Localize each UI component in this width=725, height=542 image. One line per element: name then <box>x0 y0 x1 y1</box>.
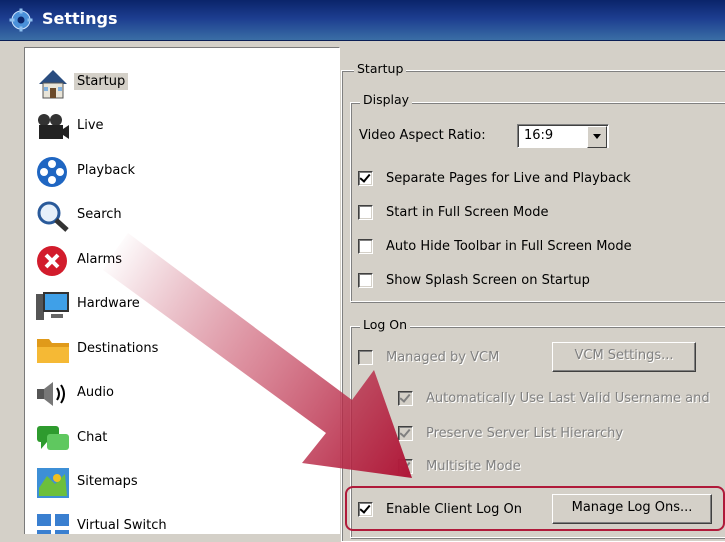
nav-item-label: Alarms <box>77 252 123 267</box>
separate-pages-label: Separate Pages for Live and Playback <box>386 171 631 186</box>
separate-pages-checkbox[interactable] <box>358 171 373 186</box>
multisite-mode-label: Multisite Mode <box>426 459 521 474</box>
splash-screen-label: Show Splash Screen on Startup <box>386 273 590 288</box>
nav-item-label: Virtual Switch <box>77 518 167 533</box>
managed-by-vcm-label: Managed by VCM <box>386 350 500 365</box>
nav-item-label: Live <box>77 118 104 133</box>
splash-screen-checkbox[interactable] <box>358 273 373 288</box>
nav-item-audio[interactable]: Audio <box>31 375 331 415</box>
full-screen-checkbox[interactable] <box>358 205 373 220</box>
chevron-down-icon[interactable] <box>587 126 607 148</box>
nav-item-chat[interactable]: Chat <box>31 420 331 460</box>
computer-icon <box>36 292 69 320</box>
video-aspect-ratio-value: 16:9 <box>524 128 554 143</box>
nav-item-destinations[interactable]: Destinations <box>31 331 331 371</box>
nav-item-label: Playback <box>77 163 136 178</box>
nav-item-virtual-switch[interactable]: Virtual Switch <box>31 508 331 534</box>
logon-group-label: Log On <box>360 317 411 332</box>
house-icon <box>39 70 67 99</box>
alarm-x-icon <box>37 246 67 276</box>
video-camera-icon <box>38 114 69 139</box>
nav-item-label: Destinations <box>77 341 159 356</box>
nav-item-playback[interactable]: Playback <box>31 153 331 193</box>
display-group-label: Display <box>360 92 413 107</box>
auto-use-last-username-checkbox[interactable] <box>398 391 413 406</box>
nav-item-label: Sitemaps <box>77 474 138 489</box>
preserve-server-list-label: Preserve Server List Hierarchy <box>426 426 624 441</box>
settings-gear-icon <box>9 8 33 32</box>
preserve-server-list-checkbox[interactable] <box>398 426 413 441</box>
nav-item-sitemaps[interactable]: Sitemaps <box>31 464 331 504</box>
nav-item-startup[interactable]: Startup <box>31 64 331 104</box>
managed-by-vcm-checkbox[interactable] <box>358 350 373 365</box>
video-aspect-ratio-label: Video Aspect Ratio: <box>359 128 486 143</box>
auto-use-last-username-label: Automatically Use Last Valid Username an… <box>426 391 710 406</box>
title-bar: Settings <box>0 0 725 41</box>
magnifier-icon <box>37 201 69 232</box>
map-icon <box>37 468 69 498</box>
window-title: Settings <box>42 9 118 28</box>
virtual-switch-icon <box>37 514 69 534</box>
nav-item-live[interactable]: Live <box>31 108 331 148</box>
playback-icon <box>37 157 67 187</box>
startup-group-label: Startup <box>354 61 407 76</box>
vcm-settings-button[interactable]: VCM Settings... <box>552 342 696 372</box>
nav-item-hardware[interactable]: Hardware <box>31 286 331 326</box>
auto-hide-toolbar-checkbox[interactable] <box>358 239 373 254</box>
video-aspect-ratio-select[interactable]: 16:9 <box>517 124 609 148</box>
settings-category-list[interactable]: Startup Live Playback Search Alarms Hard… <box>24 47 340 534</box>
auto-hide-toolbar-label: Auto Hide Toolbar in Full Screen Mode <box>386 239 632 254</box>
speaker-icon <box>37 382 65 406</box>
nav-item-alarms[interactable]: Alarms <box>31 242 331 282</box>
folder-icon <box>37 339 69 363</box>
nav-item-label: Chat <box>77 430 108 445</box>
chat-bubble-icon <box>37 426 69 450</box>
nav-item-label: Startup <box>74 73 129 90</box>
nav-item-search[interactable]: Search <box>31 197 331 237</box>
nav-item-label: Hardware <box>77 296 140 311</box>
annotation-highlight-box <box>345 486 725 531</box>
nav-item-label: Audio <box>77 385 114 400</box>
nav-item-label: Search <box>77 207 122 222</box>
multisite-mode-checkbox[interactable] <box>398 459 413 474</box>
full-screen-label: Start in Full Screen Mode <box>386 205 549 220</box>
